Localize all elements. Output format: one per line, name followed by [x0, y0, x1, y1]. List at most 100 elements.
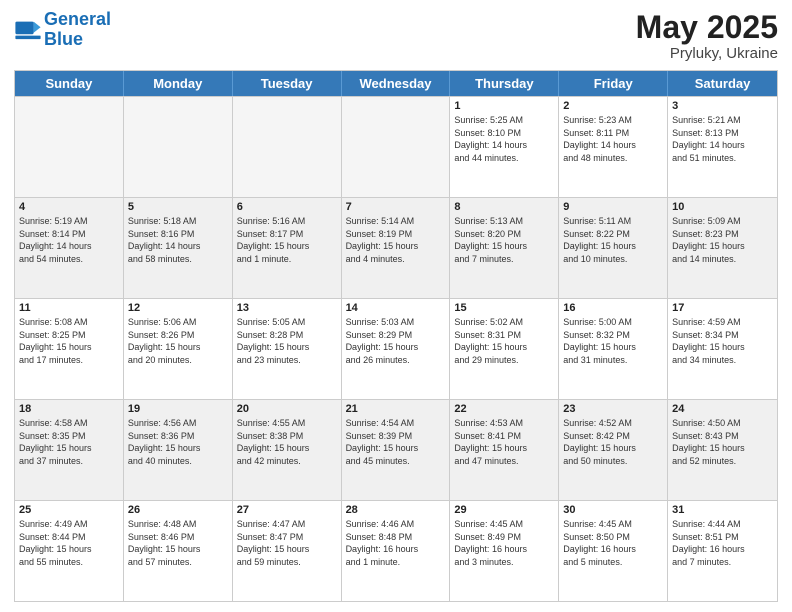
cal-cell: 5Sunrise: 5:18 AM Sunset: 8:16 PM Daylig… [124, 198, 233, 298]
day-number: 9 [563, 201, 663, 213]
cal-cell: 11 Sunrise: 5:08 AM Sunset: 8:25 PM Dayli… [15, 299, 124, 399]
day-number: 14 [346, 302, 446, 314]
weekday-header-saturday: Saturday [668, 71, 777, 96]
title-block: May 2025 Pryluky, Ukraine [636, 10, 778, 62]
header: General Blue May 2025 Pryluky, Ukraine [14, 10, 778, 62]
logo: General Blue [14, 10, 111, 50]
day-number: 4 [19, 201, 119, 213]
day-info: Sunrise: 5:00 AM Sunset: 8:32 PM Dayligh… [563, 316, 663, 366]
cal-cell: 10 Sunrise: 5:09 AM Sunset: 8:23 PM Dayli… [668, 198, 777, 298]
cal-cell [15, 97, 124, 197]
cal-cell [233, 97, 342, 197]
day-number: 21 [346, 403, 446, 415]
day-info: Sunrise: 5:16 AM Sunset: 8:17 PM Dayligh… [237, 215, 337, 265]
cal-cell: 4 Sunrise: 5:19 AM Sunset: 8:14 PM Daylig… [15, 198, 124, 298]
day-number: 8 [454, 201, 554, 213]
cal-cell: 9 Sunrise: 5:11 AM Sunset: 8:22 PM Daylig… [559, 198, 668, 298]
cal-cell: 16 Sunrise: 5:00 AM Sunset: 8:32 PM Dayli… [559, 299, 668, 399]
weekday-header-wednesday: Wednesday [342, 71, 451, 96]
day-info: Sunrise: 5:08 AM Sunset: 8:25 PM Dayligh… [19, 316, 119, 366]
day-number: 15 [454, 302, 554, 314]
day-number: 31 [672, 504, 773, 516]
calendar-header: SundayMondayTuesdayWednesdayThursdayFrid… [15, 71, 777, 96]
day-number: 26 [128, 504, 228, 516]
day-info: Sunrise: 4:56 AM Sunset: 8:36 PM Dayligh… [128, 417, 228, 467]
day-info: Sunrise: 4:50 AM Sunset: 8:43 PM Dayligh… [672, 417, 773, 467]
cal-cell: 3Sunrise: 5:21 AM Sunset: 8:13 PM Daylig… [668, 97, 777, 197]
weekday-header-sunday: Sunday [15, 71, 124, 96]
cal-cell: 28 Sunrise: 4:46 AM Sunset: 8:48 PM Dayli… [342, 501, 451, 601]
cal-cell: 15 Sunrise: 5:02 AM Sunset: 8:31 PM Dayli… [450, 299, 559, 399]
weekday-header-monday: Monday [124, 71, 233, 96]
cal-row-3: 18Sunrise: 4:58 AM Sunset: 8:35 PM Dayli… [15, 399, 777, 500]
day-number: 30 [563, 504, 663, 516]
cal-cell: 13 Sunrise: 5:05 AM Sunset: 8:28 PM Dayli… [233, 299, 342, 399]
day-info: Sunrise: 5:23 AM Sunset: 8:11 PM Dayligh… [563, 114, 663, 164]
logo-line2: Blue [44, 30, 111, 50]
cal-row-4: 25 Sunrise: 4:49 AM Sunset: 8:44 PM Dayli… [15, 500, 777, 601]
day-info: Sunrise: 5:03 AM Sunset: 8:29 PM Dayligh… [346, 316, 446, 366]
day-number: 28 [346, 504, 446, 516]
day-number: 3 [672, 100, 773, 112]
cal-cell: 14 Sunrise: 5:03 AM Sunset: 8:29 PM Dayli… [342, 299, 451, 399]
day-info: Sunrise: 5:09 AM Sunset: 8:23 PM Dayligh… [672, 215, 773, 265]
day-info: Sunrise: 4:59 AM Sunset: 8:34 PM Dayligh… [672, 316, 773, 366]
day-info: Sunrise: 4:49 AM Sunset: 8:44 PM Dayligh… [19, 518, 119, 568]
day-number: 13 [237, 302, 337, 314]
day-number: 5 [128, 201, 228, 213]
weekday-header-friday: Friday [559, 71, 668, 96]
day-info: Sunrise: 5:19 AM Sunset: 8:14 PM Dayligh… [19, 215, 119, 265]
cal-cell: 22Sunrise: 4:53 AM Sunset: 8:41 PM Dayli… [450, 400, 559, 500]
day-number: 10 [672, 201, 773, 213]
day-number: 22 [454, 403, 554, 415]
day-info: Sunrise: 5:13 AM Sunset: 8:20 PM Dayligh… [454, 215, 554, 265]
cal-cell: 1 Sunrise: 5:25 AM Sunset: 8:10 PM Daylig… [450, 97, 559, 197]
logo-text: General Blue [44, 10, 111, 50]
day-number: 1 [454, 100, 554, 112]
day-number: 2 [563, 100, 663, 112]
cal-cell: 25 Sunrise: 4:49 AM Sunset: 8:44 PM Dayli… [15, 501, 124, 601]
day-number: 16 [563, 302, 663, 314]
cal-cell: 17 Sunrise: 4:59 AM Sunset: 8:34 PM Dayli… [668, 299, 777, 399]
logo-icon [14, 16, 42, 44]
day-info: Sunrise: 4:55 AM Sunset: 8:38 PM Dayligh… [237, 417, 337, 467]
cal-cell: 27 Sunrise: 4:47 AM Sunset: 8:47 PM Dayli… [233, 501, 342, 601]
day-info: Sunrise: 4:45 AM Sunset: 8:49 PM Dayligh… [454, 518, 554, 568]
day-number: 25 [19, 504, 119, 516]
day-info: Sunrise: 5:11 AM Sunset: 8:22 PM Dayligh… [563, 215, 663, 265]
cal-cell [124, 97, 233, 197]
cal-cell: 30 Sunrise: 4:45 AM Sunset: 8:50 PM Dayli… [559, 501, 668, 601]
cal-cell: 24Sunrise: 4:50 AM Sunset: 8:43 PM Dayli… [668, 400, 777, 500]
cal-cell: 18Sunrise: 4:58 AM Sunset: 8:35 PM Dayli… [15, 400, 124, 500]
calendar: SundayMondayTuesdayWednesdayThursdayFrid… [14, 70, 778, 602]
day-number: 27 [237, 504, 337, 516]
day-info: Sunrise: 5:02 AM Sunset: 8:31 PM Dayligh… [454, 316, 554, 366]
day-info: Sunrise: 4:52 AM Sunset: 8:42 PM Dayligh… [563, 417, 663, 467]
page: General Blue May 2025 Pryluky, Ukraine S… [0, 0, 792, 612]
day-info: Sunrise: 5:14 AM Sunset: 8:19 PM Dayligh… [346, 215, 446, 265]
day-number: 23 [563, 403, 663, 415]
day-number: 20 [237, 403, 337, 415]
day-info: Sunrise: 4:46 AM Sunset: 8:48 PM Dayligh… [346, 518, 446, 568]
day-info: Sunrise: 4:45 AM Sunset: 8:50 PM Dayligh… [563, 518, 663, 568]
cal-cell: 21 Sunrise: 4:54 AM Sunset: 8:39 PM Dayli… [342, 400, 451, 500]
day-info: Sunrise: 4:47 AM Sunset: 8:47 PM Dayligh… [237, 518, 337, 568]
cal-cell: 7Sunrise: 5:14 AM Sunset: 8:19 PM Daylig… [342, 198, 451, 298]
day-number: 11 [19, 302, 119, 314]
cal-cell: 8 Sunrise: 5:13 AM Sunset: 8:20 PM Daylig… [450, 198, 559, 298]
day-info: Sunrise: 4:44 AM Sunset: 8:51 PM Dayligh… [672, 518, 773, 568]
day-info: Sunrise: 4:54 AM Sunset: 8:39 PM Dayligh… [346, 417, 446, 467]
cal-cell: 12Sunrise: 5:06 AM Sunset: 8:26 PM Dayli… [124, 299, 233, 399]
day-number: 29 [454, 504, 554, 516]
month-title: May 2025 [636, 10, 778, 45]
day-number: 17 [672, 302, 773, 314]
cal-row-1: 4 Sunrise: 5:19 AM Sunset: 8:14 PM Daylig… [15, 197, 777, 298]
cal-cell: 29 Sunrise: 4:45 AM Sunset: 8:49 PM Dayli… [450, 501, 559, 601]
day-info: Sunrise: 5:06 AM Sunset: 8:26 PM Dayligh… [128, 316, 228, 366]
day-info: Sunrise: 5:05 AM Sunset: 8:28 PM Dayligh… [237, 316, 337, 366]
cal-cell: 2 Sunrise: 5:23 AM Sunset: 8:11 PM Daylig… [559, 97, 668, 197]
weekday-header-thursday: Thursday [450, 71, 559, 96]
day-info: Sunrise: 5:25 AM Sunset: 8:10 PM Dayligh… [454, 114, 554, 164]
cal-row-0: 1 Sunrise: 5:25 AM Sunset: 8:10 PM Daylig… [15, 96, 777, 197]
cal-cell: 20 Sunrise: 4:55 AM Sunset: 8:38 PM Dayli… [233, 400, 342, 500]
